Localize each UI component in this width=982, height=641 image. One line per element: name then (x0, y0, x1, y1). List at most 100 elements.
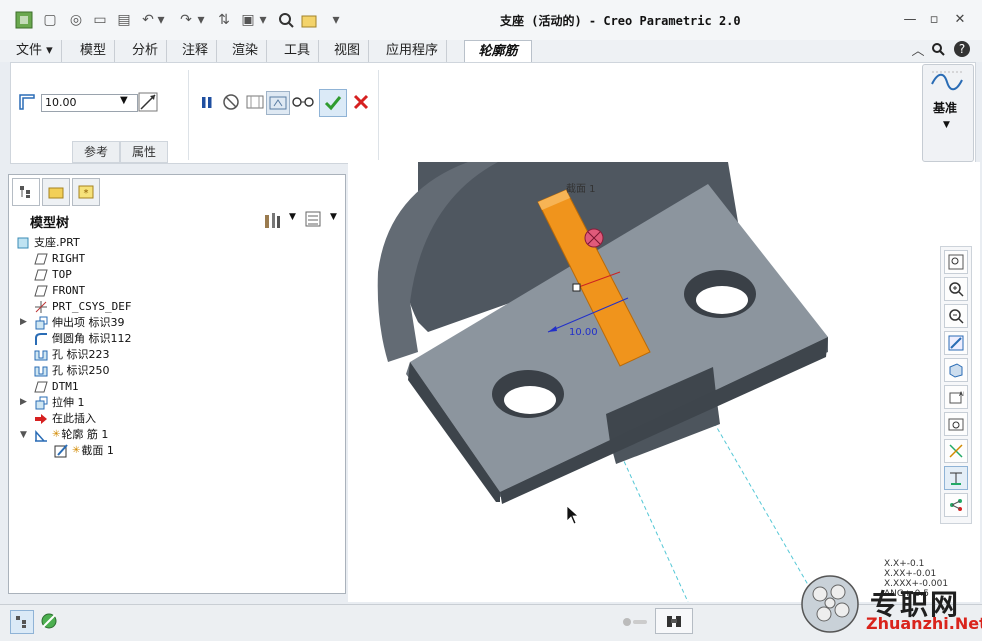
zoom-out-icon[interactable] (944, 304, 968, 328)
tree-node-section[interactable]: ✳ 截面 1 (54, 443, 114, 459)
menu-analysis[interactable]: 分析 (124, 40, 168, 62)
graphics-viewport[interactable] (348, 161, 980, 603)
mouse-cursor-icon (566, 505, 580, 525)
view-manager-icon[interactable] (944, 412, 968, 436)
no-preview-icon[interactable] (220, 91, 242, 113)
tree-node-hole-223[interactable]: 孔 标识223 (34, 347, 110, 363)
tree-node-protrusion[interactable]: 伸出项 标识39 (34, 315, 125, 331)
menu-view[interactable]: 视图 (326, 40, 370, 62)
sketch-icon (54, 444, 68, 458)
svg-text:AB: AB (959, 391, 964, 398)
app-logo-icon[interactable] (14, 10, 34, 30)
tree-node-right[interactable]: RIGHT (34, 251, 85, 267)
undo-dropdown-icon[interactable]: ▾ (156, 10, 166, 30)
ok-button[interactable] (319, 89, 347, 117)
tab-folder-browser[interactable] (42, 178, 70, 206)
tab-profile-rib[interactable]: 轮廓筋 (464, 40, 532, 64)
menu-annotate[interactable]: 注释 (174, 40, 218, 62)
folder-icon[interactable]: ▭ (90, 10, 110, 30)
pause-icon[interactable] (196, 91, 218, 113)
tab-favorites[interactable]: * (72, 178, 100, 206)
annotation-display-icon[interactable] (944, 493, 968, 517)
zoom-in-icon[interactable] (944, 277, 968, 301)
tree-tools-dropdown-icon[interactable]: ▼ (289, 212, 296, 222)
help-icon[interactable]: ? (952, 40, 972, 58)
preview-icon[interactable] (244, 91, 266, 113)
maximize-icon[interactable]: ▫ (924, 10, 944, 28)
search-help-icon[interactable] (928, 40, 948, 58)
open-file-icon[interactable]: ◎ (66, 10, 86, 30)
tree-settings-icon[interactable] (304, 210, 322, 231)
csys-icon (34, 300, 48, 314)
tree-node-front[interactable]: FRONT (34, 283, 85, 299)
cancel-button[interactable] (350, 91, 372, 113)
datum-label: 基准 (933, 101, 958, 115)
tab-model-tree[interactable] (12, 178, 40, 206)
close-window-icon[interactable] (300, 10, 320, 30)
menu-tools[interactable]: 工具 (276, 40, 320, 62)
refit-icon[interactable] (944, 250, 968, 274)
datum-curve-icon (930, 70, 964, 97)
close-icon[interactable]: ✕ (950, 10, 970, 28)
flip-direction-icon[interactable] (137, 91, 159, 113)
windows-icon[interactable]: ▣ (238, 10, 258, 30)
menu-file[interactable]: 文件 ▾ (8, 40, 62, 62)
windows-dropdown-icon[interactable]: ▾ (258, 10, 268, 30)
datum-dropdown-icon[interactable]: ▼ (943, 120, 950, 130)
menu-applications[interactable]: 应用程序 (378, 40, 448, 62)
tree-tools-icon[interactable] (262, 210, 286, 233)
tolerance-line: X.XX+-0.01 (884, 569, 937, 579)
repaint-icon[interactable] (944, 331, 968, 355)
save-icon[interactable]: ▤ (114, 10, 134, 30)
tree-node-insert-here[interactable]: 在此插入 (34, 411, 96, 427)
model-tree-title: 模型树 (30, 216, 70, 231)
thickness-dropdown-icon[interactable]: ▼ (120, 95, 128, 106)
tree-node-top[interactable]: TOP (34, 267, 72, 283)
tree-node-part[interactable]: 支座.PRT (16, 235, 80, 251)
display-style-icon[interactable] (944, 358, 968, 382)
glasses-icon[interactable] (292, 91, 314, 113)
tree-node-dtm1[interactable]: DTM1 (34, 379, 79, 395)
verify-mode-icon[interactable] (266, 91, 290, 115)
svg-text:*: * (84, 188, 89, 199)
regenerate-icon[interactable]: ⇅ (214, 10, 234, 30)
browser-toggle-icon[interactable] (38, 610, 60, 632)
watermark-logo-icon (800, 574, 860, 634)
menu-model[interactable]: 模型 (72, 40, 116, 62)
collapse-ribbon-icon[interactable]: ︿ (908, 40, 928, 59)
tree-node-round[interactable]: 倒圆角 标识112 (34, 331, 132, 347)
menu-render[interactable]: 渲染 (224, 40, 268, 62)
redo-icon[interactable]: ↷ (176, 10, 196, 30)
subtab-properties[interactable]: 属性 (120, 141, 168, 163)
tree-settings-dropdown-icon[interactable]: ▼ (330, 212, 337, 222)
tree-node-extrude[interactable]: 拉伸 1 (34, 395, 85, 411)
subtab-references[interactable]: 参考 (72, 141, 120, 163)
redo-dropdown-icon[interactable]: ▾ (196, 10, 206, 30)
dimension-value[interactable]: 10.00 (569, 327, 598, 338)
datum-display-icon[interactable] (944, 439, 968, 463)
minimize-icon[interactable]: — (900, 10, 920, 28)
collapse-icon[interactable]: ▼ (20, 430, 27, 440)
svg-text:?: ? (959, 42, 965, 56)
new-feature-star-icon: ✳ (52, 429, 61, 440)
show-navigator-icon[interactable] (10, 610, 34, 634)
hole-icon (34, 348, 48, 362)
extrude-icon (34, 396, 48, 410)
insert-arrow-icon (34, 412, 48, 426)
search-icon[interactable] (276, 10, 296, 30)
round-icon (34, 332, 48, 346)
tree-node-profile-rib[interactable]: ✳ 轮廓 筋 1 (34, 427, 108, 443)
part-model-3d[interactable] (348, 161, 980, 603)
thickness-icon (16, 91, 38, 113)
tree-node-hole-250[interactable]: 孔 标识250 (34, 363, 110, 379)
new-file-icon[interactable]: ▢ (40, 10, 60, 30)
customize-toolbar-icon[interactable]: ▾ (326, 10, 346, 30)
tree-node-csys[interactable]: PRT_CSYS_DEF (34, 299, 131, 315)
spin-center-icon[interactable] (944, 466, 968, 490)
expand-icon[interactable]: ▶ (20, 397, 27, 407)
saved-views-icon[interactable]: AB (944, 385, 968, 409)
window-title: 支座 (活动的) - Creo Parametric 2.0 (500, 14, 741, 28)
undo-icon[interactable]: ↶ (138, 10, 158, 30)
expand-icon[interactable]: ▶ (20, 317, 27, 327)
find-icon[interactable] (655, 608, 693, 634)
